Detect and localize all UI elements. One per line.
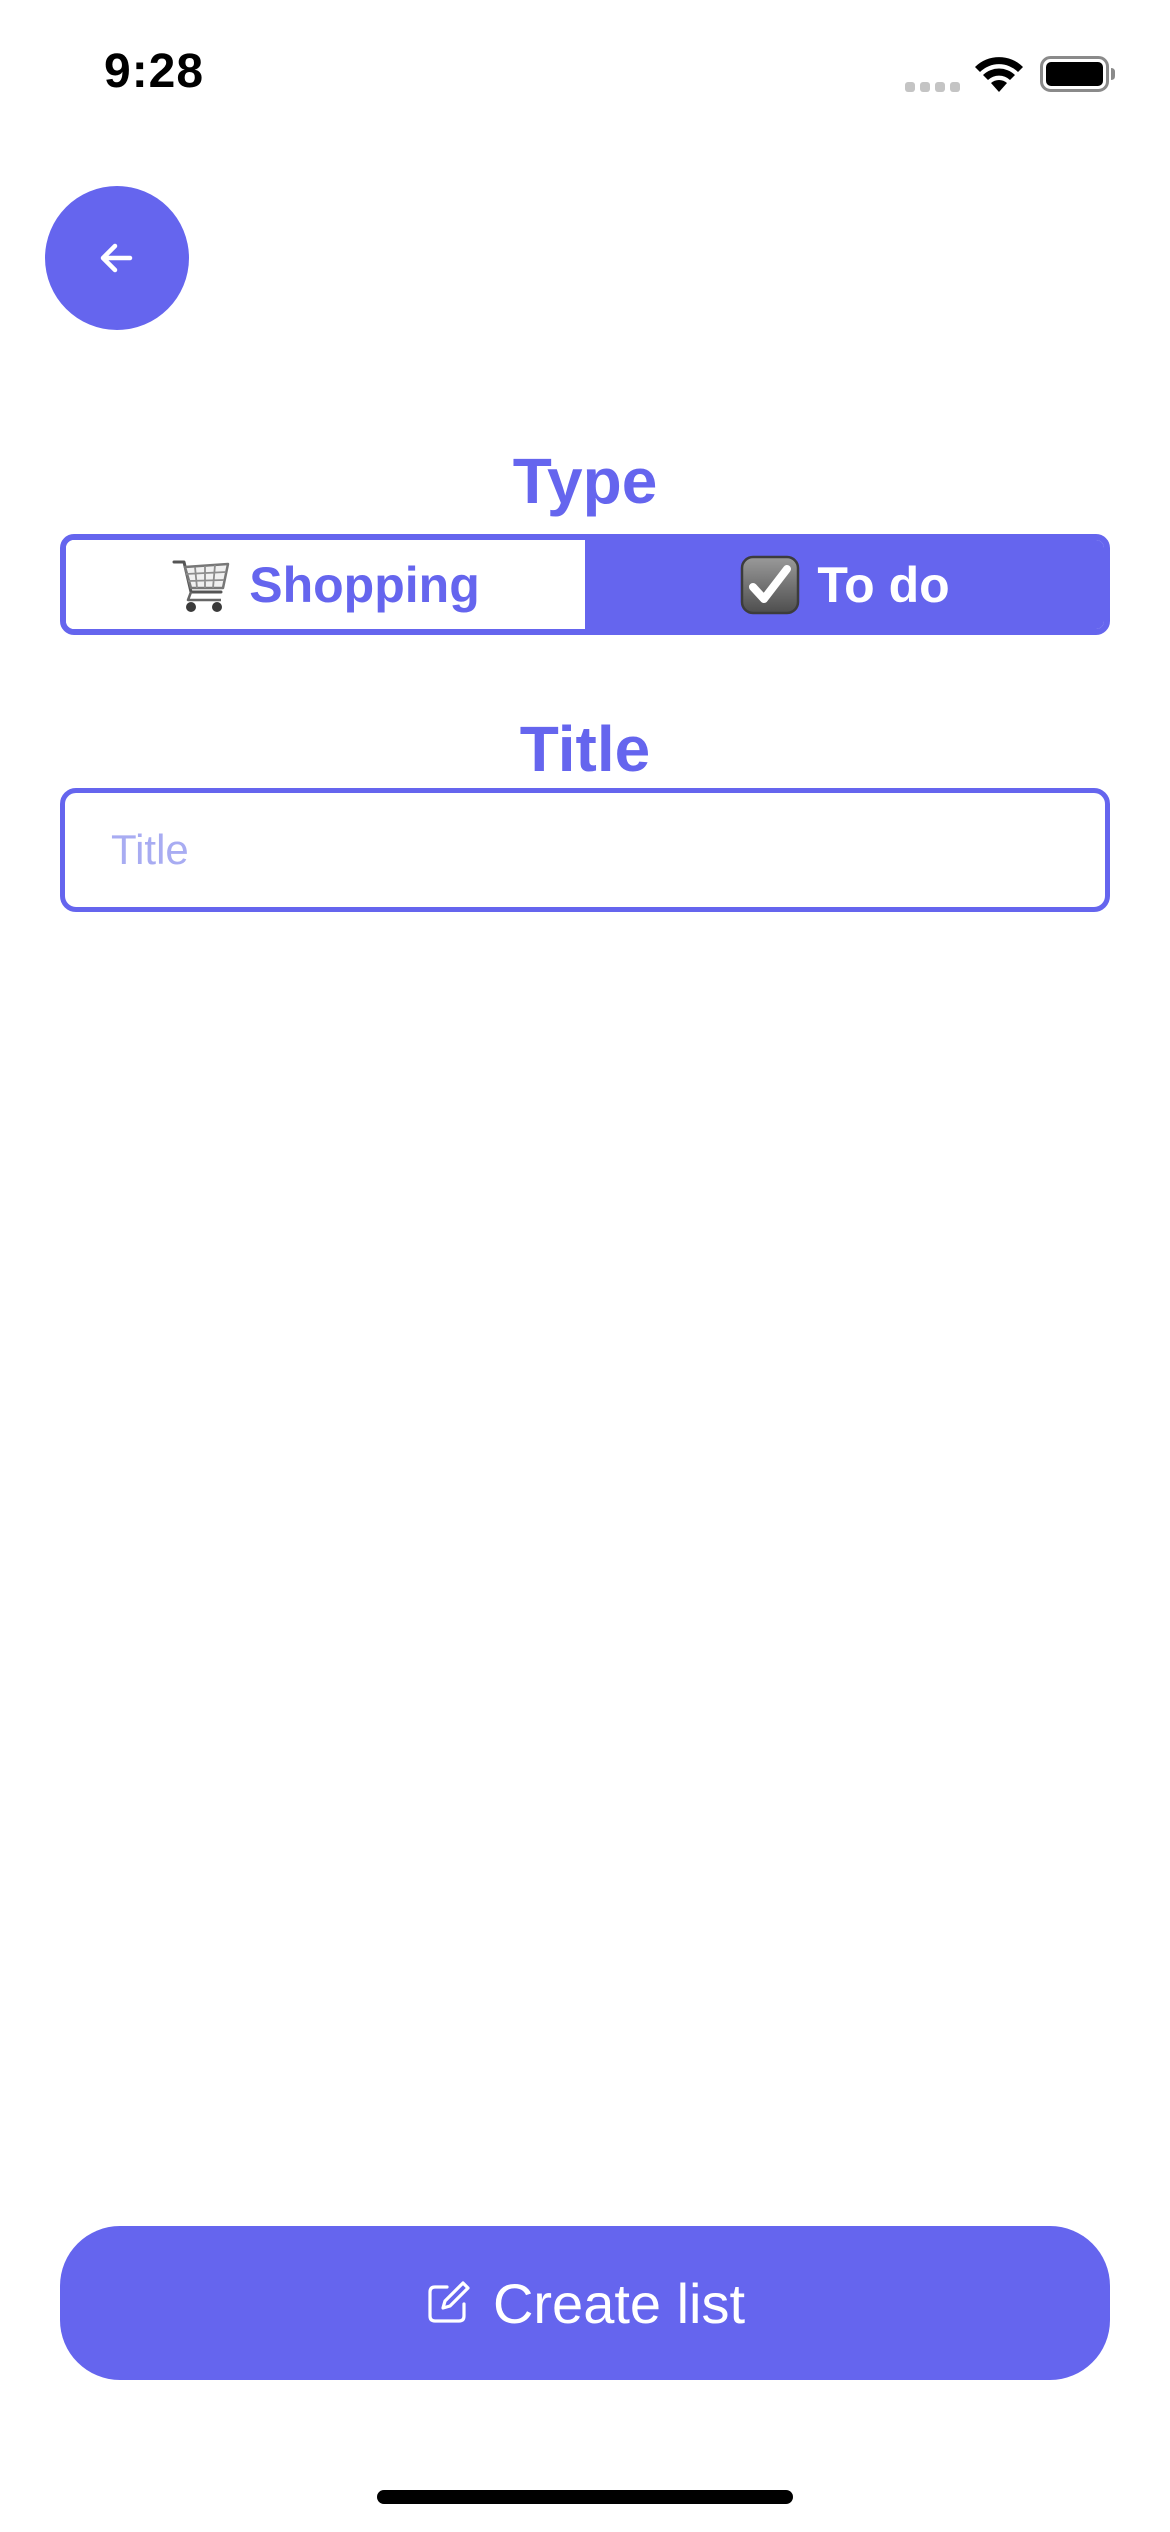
status-time: 9:28	[104, 45, 205, 98]
checkbox-checked-icon	[739, 554, 801, 616]
create-list-label: Create list	[492, 2271, 746, 2335]
segment-todo[interactable]: To do	[585, 540, 1104, 629]
cellular-signal-icon	[905, 82, 960, 92]
segment-shopping[interactable]: Shopping	[66, 540, 585, 629]
segment-shopping-label: Shopping	[249, 556, 480, 613]
type-segmented-control: Shopping To do	[60, 534, 1110, 635]
segment-todo-label: To do	[817, 556, 950, 613]
home-indicator[interactable]	[377, 2490, 793, 2504]
type-heading: Type	[512, 445, 658, 517]
compose-icon	[425, 2280, 471, 2326]
back-button[interactable]	[45, 186, 189, 330]
wifi-icon	[975, 57, 1023, 92]
title-heading: Title	[519, 713, 651, 785]
shopping-cart-icon	[171, 554, 233, 616]
arrow-left-icon	[100, 243, 133, 273]
title-input[interactable]	[60, 788, 1110, 912]
create-list-button[interactable]: Create list	[60, 2226, 1110, 2380]
battery-icon	[1040, 56, 1115, 92]
create-list-screen: 9:28 Type Shopping To do Title Title Cre…	[0, 0, 1170, 2532]
